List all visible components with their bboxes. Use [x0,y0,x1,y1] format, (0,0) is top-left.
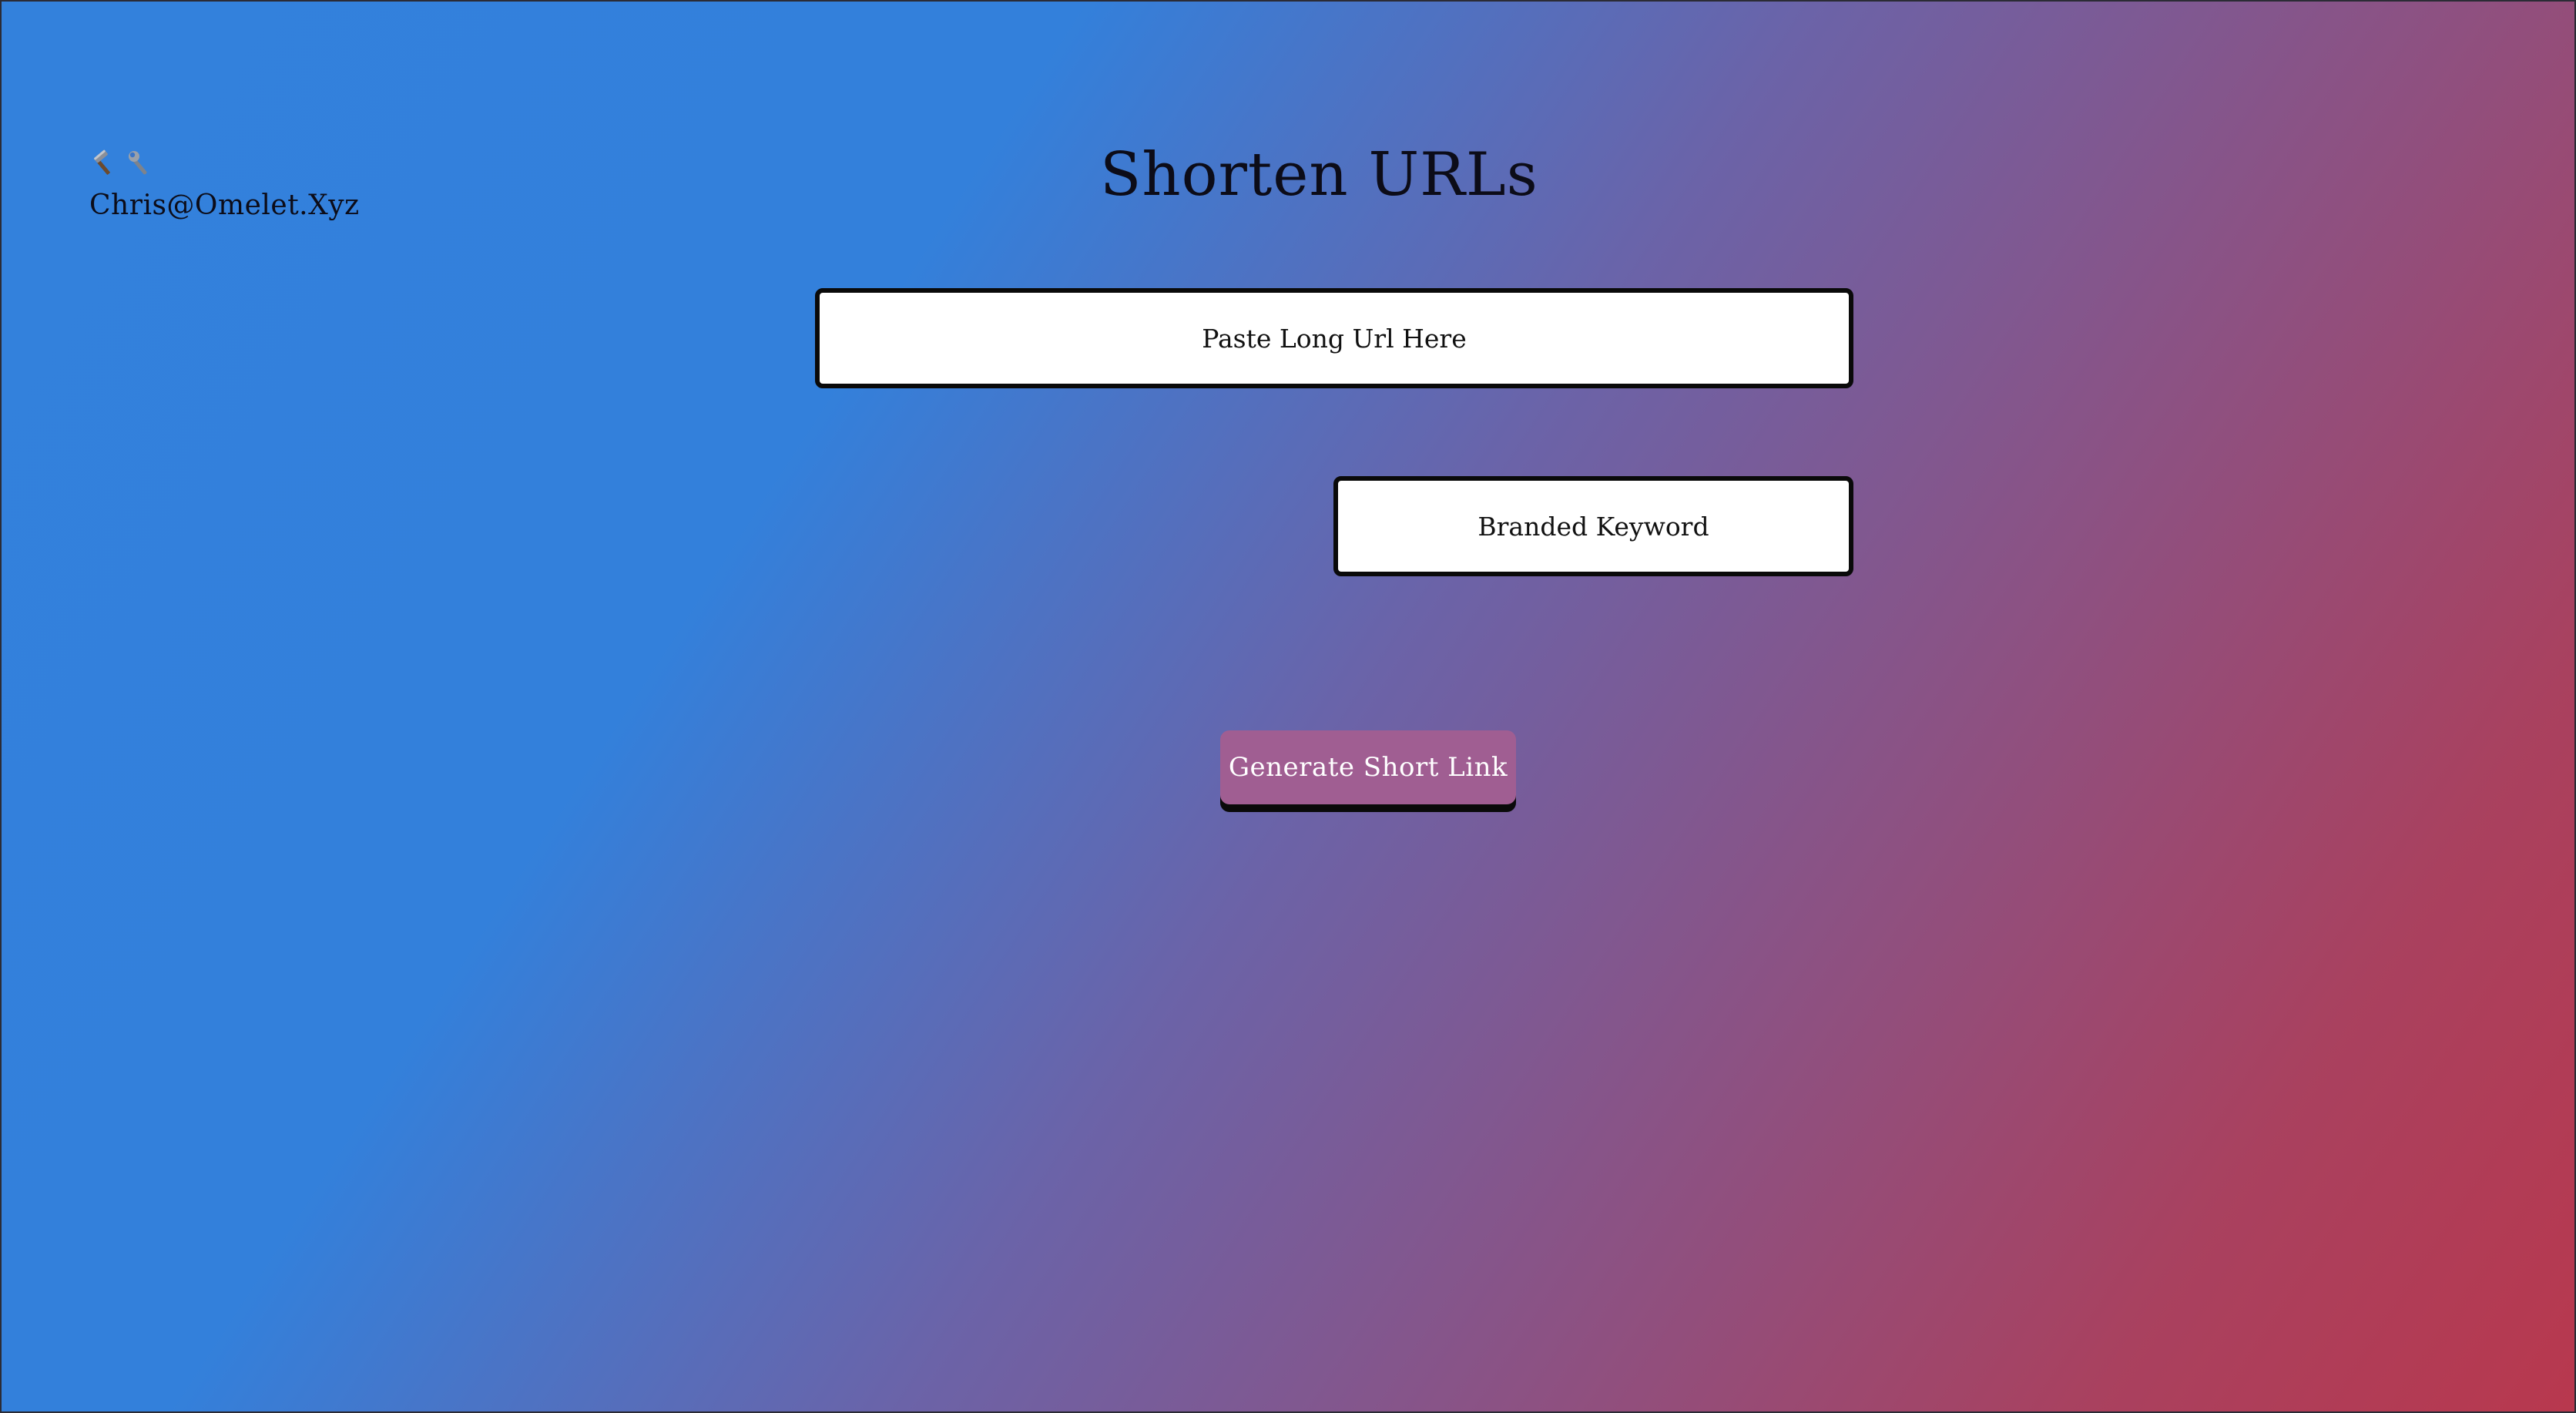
page-title: Shorten URLs [1100,140,1538,210]
tool-icons [89,148,360,179]
user-area: Chris@Omelet.Xyz [89,148,360,221]
generate-short-link-button[interactable]: Generate Short Link [1220,730,1516,804]
hammer-icon [89,149,117,177]
wrench-icon [126,149,154,177]
branded-keyword-input[interactable] [1333,476,1853,576]
app-page: Chris@Omelet.Xyz Shorten URLs Generate S… [0,0,2576,1413]
user-email: Chris@Omelet.Xyz [89,190,360,221]
long-url-input[interactable] [815,288,1853,388]
